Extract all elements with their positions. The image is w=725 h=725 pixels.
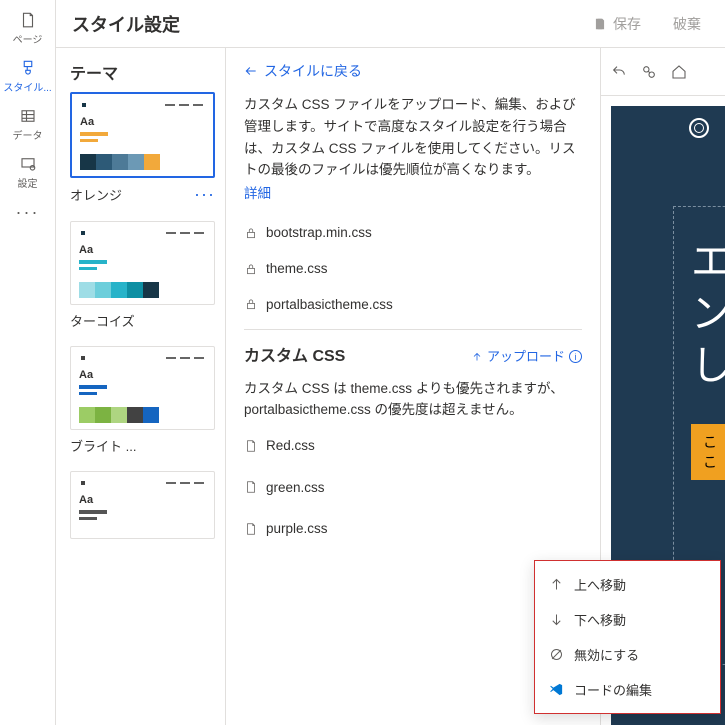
topbar: スタイル設定 保存 破棄 bbox=[56, 0, 725, 48]
preview-headline: エ ン し bbox=[691, 236, 725, 392]
file-icon bbox=[244, 480, 258, 494]
theme-card[interactable]: Aa bbox=[70, 92, 215, 178]
upload-button[interactable]: アップロード i bbox=[471, 347, 582, 368]
custom-css-description: カスタム CSS は theme.css よりも優先されますが、portalba… bbox=[244, 378, 582, 421]
file-name: portalbasictheme.css bbox=[266, 294, 393, 316]
file-name: theme.css bbox=[266, 258, 328, 280]
lock-icon bbox=[244, 226, 258, 240]
ctx-edit-code[interactable]: コードの編集 bbox=[535, 672, 720, 707]
rail-style[interactable]: スタイル... bbox=[3, 52, 53, 100]
detail-link[interactable]: 詳細 bbox=[244, 183, 271, 205]
theme-card[interactable]: Aa bbox=[70, 471, 215, 539]
site-logo-icon bbox=[689, 118, 709, 138]
themes-list[interactable]: Aa オレンジ ··· Aa ターコイズ Aa ブライト ... Aa bbox=[56, 92, 225, 725]
locked-css-file[interactable]: bootstrap.min.css bbox=[244, 222, 582, 244]
ctx-disable-label: 無効にする bbox=[574, 645, 639, 664]
ctx-move-down[interactable]: 下へ移動 bbox=[535, 602, 720, 637]
file-name: bootstrap.min.css bbox=[266, 222, 372, 244]
locked-css-file[interactable]: theme.css bbox=[244, 258, 582, 280]
preview-toolbar bbox=[601, 48, 725, 96]
theme-sample-text: Aa bbox=[79, 494, 206, 506]
theme-sample-text: Aa bbox=[80, 116, 205, 128]
ctx-move-down-label: 下へ移動 bbox=[574, 610, 626, 629]
arrow-left-icon bbox=[244, 64, 258, 78]
ctx-edit-code-label: コードの編集 bbox=[574, 680, 652, 699]
discard-button[interactable]: 破棄 bbox=[665, 10, 709, 38]
rail-pages-label: ページ bbox=[13, 31, 43, 46]
theme-card[interactable]: Aa bbox=[70, 221, 215, 305]
rail-style-label: スタイル... bbox=[3, 79, 51, 94]
theme-more-button[interactable]: ··· bbox=[194, 184, 215, 205]
rail-settings[interactable]: 設定 bbox=[3, 148, 53, 196]
save-button[interactable]: 保存 bbox=[585, 10, 649, 38]
arrow-up-icon bbox=[549, 577, 564, 592]
rail-more[interactable]: ··· bbox=[16, 202, 40, 223]
save-icon bbox=[593, 17, 607, 31]
file-icon bbox=[244, 439, 258, 453]
rail-data-label: データ bbox=[13, 127, 43, 142]
rail-data[interactable]: データ bbox=[3, 100, 53, 148]
rail-settings-label: 設定 bbox=[18, 175, 38, 190]
discard-label: 破棄 bbox=[673, 14, 701, 34]
theme-label: ターコイズ bbox=[70, 311, 135, 330]
theme-sample-text: Aa bbox=[79, 244, 206, 256]
css-description: カスタム CSS ファイルをアップロード、編集、および管理します。サイトで高度な… bbox=[244, 94, 582, 180]
ctx-disable[interactable]: 無効にする bbox=[535, 637, 720, 672]
ctx-move-up[interactable]: 上へ移動 bbox=[535, 567, 720, 602]
upload-label: アップロード bbox=[487, 347, 565, 368]
info-icon[interactable]: i bbox=[569, 350, 582, 363]
custom-css-list: Red.css green.css purple.css bbox=[244, 435, 582, 540]
theme-card[interactable]: Aa bbox=[70, 346, 215, 430]
vscode-icon bbox=[549, 682, 564, 697]
custom-css-file[interactable]: green.css bbox=[244, 477, 582, 499]
locked-css-file[interactable]: portalbasictheme.css bbox=[244, 294, 582, 316]
file-name: Red.css bbox=[266, 435, 315, 457]
upload-icon bbox=[471, 351, 483, 363]
rail-pages[interactable]: ページ bbox=[3, 4, 53, 52]
themes-panel: テーマ Aa オレンジ ··· Aa ターコイズ Aa ブライト ... Aa bbox=[56, 48, 226, 725]
theme-label: オレンジ bbox=[70, 185, 122, 204]
table-icon bbox=[19, 107, 37, 125]
themes-header: テーマ bbox=[56, 48, 225, 92]
back-label: スタイルに戻る bbox=[264, 60, 362, 82]
custom-css-file[interactable]: Red.css bbox=[244, 435, 582, 457]
back-to-style-link[interactable]: スタイルに戻る bbox=[244, 60, 582, 82]
custom-css-heading: カスタム CSS bbox=[244, 344, 345, 370]
file-icon bbox=[244, 522, 258, 536]
lock-icon bbox=[244, 262, 258, 276]
locked-css-list: bootstrap.min.css theme.css portalbasicthe… bbox=[244, 222, 582, 315]
context-menu: 上へ移動 下へ移動 無効にする コードの編集 bbox=[534, 560, 721, 714]
link-icon[interactable] bbox=[641, 64, 657, 80]
preview-cta-button[interactable]: ここ bbox=[691, 424, 725, 480]
ctx-move-up-label: 上へ移動 bbox=[574, 575, 626, 594]
settings-icon bbox=[19, 155, 37, 173]
home-icon[interactable] bbox=[671, 64, 687, 80]
page-title: スタイル設定 bbox=[72, 11, 180, 37]
undo-icon[interactable] bbox=[611, 64, 627, 80]
eye-off-icon bbox=[549, 647, 564, 662]
left-rail: ページ スタイル... データ 設定 ··· bbox=[0, 0, 56, 725]
separator bbox=[244, 329, 582, 330]
brush-icon bbox=[19, 59, 37, 77]
file-name: purple.css bbox=[266, 518, 328, 540]
theme-label: ブライト ... bbox=[70, 436, 136, 455]
theme-sample-text: Aa bbox=[79, 369, 206, 381]
custom-css-file[interactable]: purple.css bbox=[244, 518, 582, 540]
save-label: 保存 bbox=[613, 14, 641, 34]
file-name: green.css bbox=[266, 477, 325, 499]
lock-icon bbox=[244, 297, 258, 311]
arrow-down-icon bbox=[549, 612, 564, 627]
